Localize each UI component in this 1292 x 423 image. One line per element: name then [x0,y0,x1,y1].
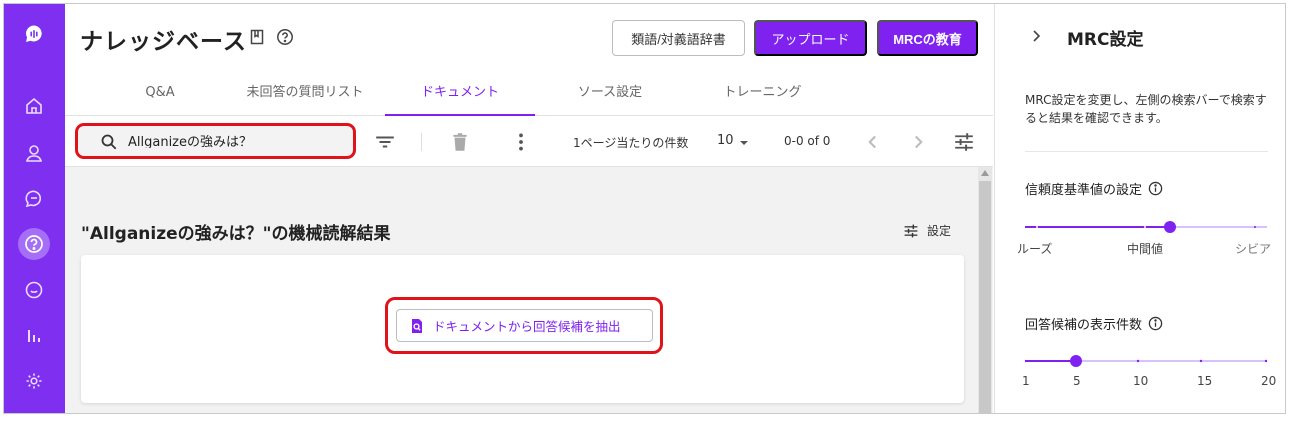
book-icon[interactable] [248,28,266,46]
question-icon[interactable] [18,228,50,260]
panel-divider [1025,151,1268,152]
dictionary-button[interactable]: 類語/対義語辞書 [612,20,745,56]
delete-icon[interactable] [449,131,471,153]
rows-per-page-label: 1ページ当たりの件数 [573,136,689,150]
tune-icon[interactable] [953,131,975,153]
scroll-up-icon[interactable] [981,170,989,176]
tab-unanswered[interactable]: 未回答の質問リスト [225,72,385,116]
answer-count-thumb [1070,355,1082,367]
tune-icon [904,224,918,237]
dropdown-arrow-icon[interactable] [737,135,751,149]
title-icons [248,28,294,46]
left-nav-rail [4,4,65,413]
panel-title: MRC設定 [1067,30,1144,50]
result-title: "Allganizeの強みは？"の機械読解結果 [81,224,391,244]
search-input[interactable] [128,133,348,148]
mrc-settings-panel: MRC設定 MRC設定を変更し、左側の検索バーで検索すると結果を確認できます。 … [994,4,1285,413]
result-card: ドキュメントから回答候補を抽出 [81,255,964,403]
tab-qa[interactable]: Q&A [105,72,215,116]
more-vert-icon[interactable] [510,131,532,153]
chat-icon[interactable] [18,182,50,214]
confidence-thumb [1164,221,1176,233]
logo-icon[interactable] [18,18,50,50]
vertical-scrollbar[interactable] [978,167,992,413]
confidence-label-mid: 中間値 [1127,242,1164,256]
info-icon[interactable] [1148,316,1163,331]
info-icon[interactable] [1148,181,1163,196]
answer-count-tick-10: 10 [1133,374,1149,388]
answer-count-tick-15: 15 [1197,374,1213,388]
document-search-icon [412,318,422,333]
analytics-icon[interactable] [18,320,50,352]
panel-description: MRC設定を変更し、左側の検索バーで検索すると結果を確認できます。 [1025,93,1267,125]
answer-count-tick-5: 5 [1073,374,1081,388]
search-box [75,123,356,159]
next-page-icon[interactable] [907,131,929,153]
settings-button[interactable]: 設定 [903,222,951,239]
document-toolbar: 1ページ当たりの件数 10 0-0 of 0 [65,117,993,167]
confidence-label-loose: ルーズ [1017,242,1053,256]
page-range: 0-0 of 0 [784,134,831,148]
prev-page-icon[interactable] [862,131,884,153]
page-title: ナレッジベース [80,29,247,55]
confidence-slider[interactable] [1025,220,1267,234]
extract-answers-button[interactable]: ドキュメントから回答候補を抽出 [396,309,653,342]
confidence-label-strict: シビア [1235,242,1272,256]
search-icon [100,133,118,151]
help-icon[interactable] [276,28,294,46]
answer-count-section-title: 回答候補の表示件数 [1025,314,1163,333]
app-window: ナレッジベース 類語/対義語辞書 アップロード MRCの教育 Q&A 未回答の質… [3,3,1286,414]
bubble-icon[interactable] [18,274,50,306]
toolbar-divider [421,133,422,151]
answer-count-tick-20: 20 [1261,374,1277,388]
home-icon[interactable] [18,90,50,122]
upload-button[interactable]: アップロード [754,20,867,56]
user-icon[interactable] [18,137,50,169]
confidence-title: 信頼度基準値の設定 [1025,183,1143,198]
mrc-training-button[interactable]: MRCの教育 [877,20,978,56]
answer-count-slider[interactable] [1025,354,1267,368]
tab-documents[interactable]: ドキュメント [385,72,535,116]
tab-bar: Q&A 未回答の質問リスト ドキュメント ソース設定 トレーニング [65,72,993,116]
chevron-right-icon[interactable] [1029,28,1043,42]
rows-per-page-select[interactable]: 10 [717,133,734,148]
settings-label: 設定 [927,224,952,238]
confidence-section-title: 信頼度基準値の設定 [1025,179,1163,198]
answer-count-tick-1: 1 [1022,374,1030,388]
tab-training[interactable]: トレーニング [690,72,835,116]
extract-highlight: ドキュメントから回答候補を抽出 [385,297,663,354]
settings-icon[interactable] [18,365,50,397]
scroll-thumb[interactable] [979,181,991,413]
answer-count-title: 回答候補の表示件数 [1025,318,1143,333]
filter-icon[interactable] [374,131,396,153]
content-area: "Allganizeの強みは？"の機械読解結果 設定 ドキュメントから回答候補を… [65,167,993,413]
extract-answers-label: ドキュメントから回答候補を抽出 [433,320,621,334]
tab-source-settings[interactable]: ソース設定 [545,72,675,116]
